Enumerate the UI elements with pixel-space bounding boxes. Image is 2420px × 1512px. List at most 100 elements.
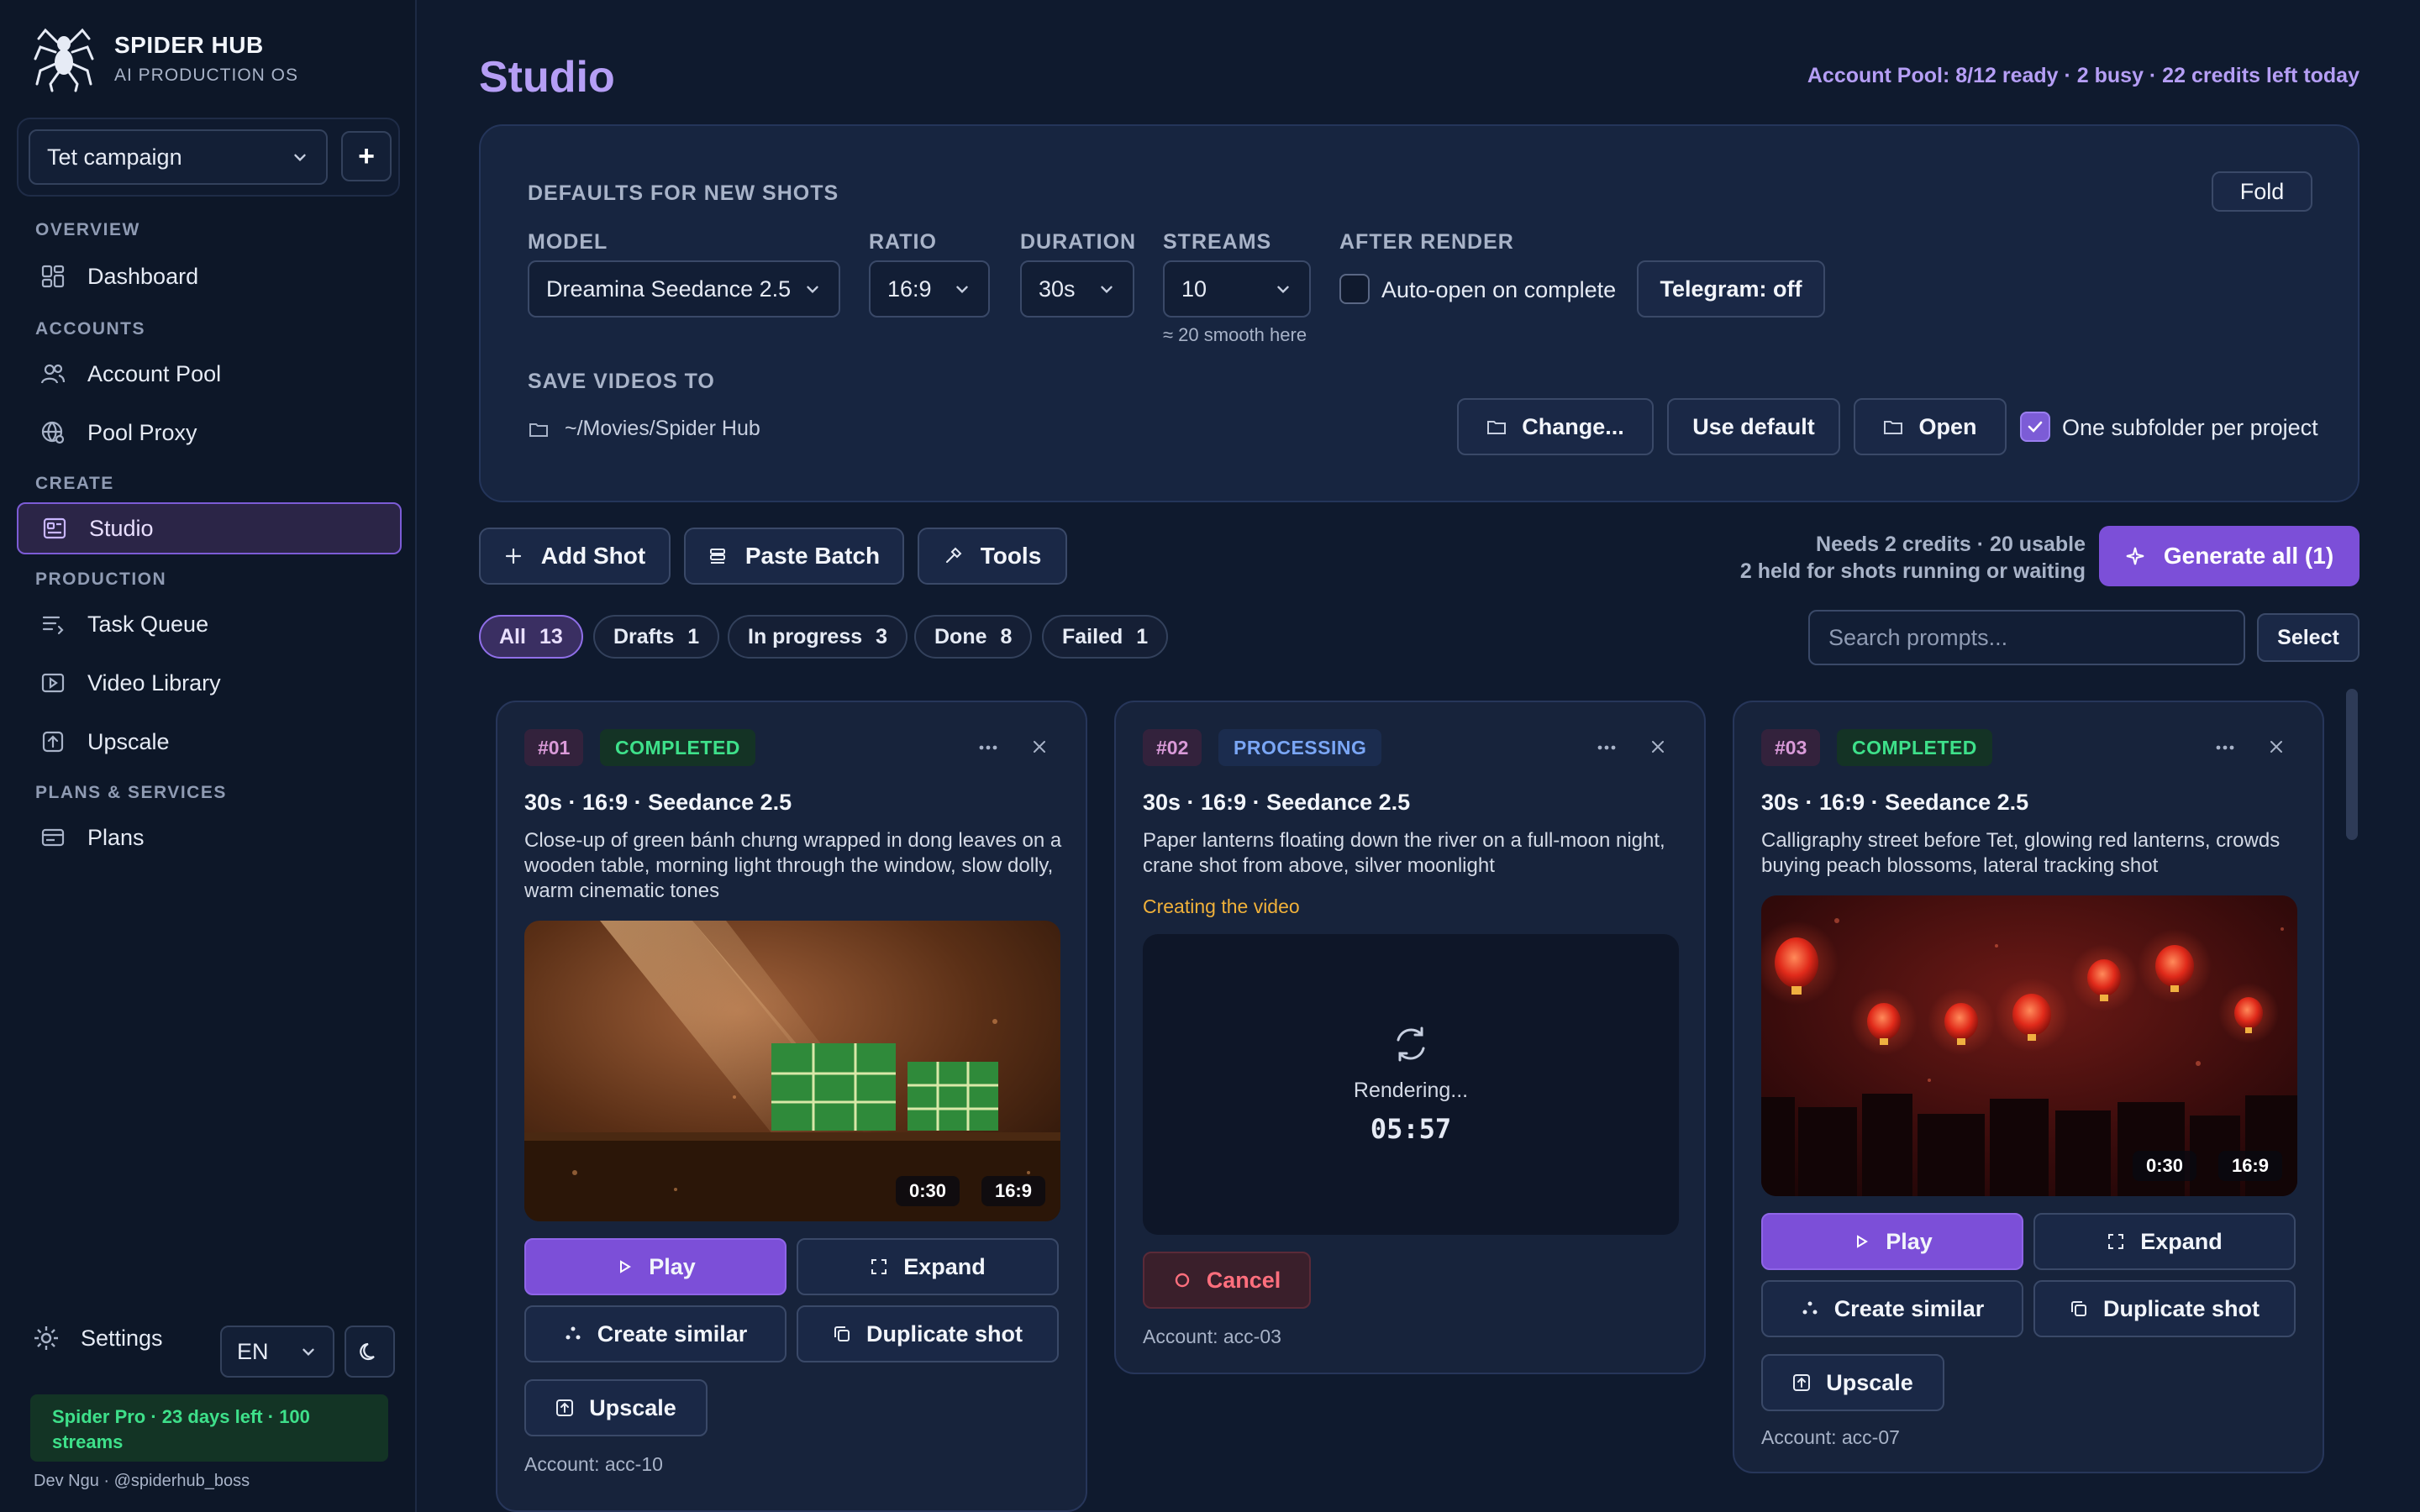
add-shot-button[interactable]: Add Shot (479, 528, 671, 585)
account-label: Account: acc-03 (1143, 1326, 1281, 1347)
render-progress-box: Rendering... 05:57 (1143, 934, 1679, 1235)
subfolder-label: One subfolder per project (2062, 415, 2318, 440)
upscale-button[interactable]: Upscale (524, 1379, 708, 1436)
sparkles-icon (1802, 1301, 1818, 1315)
project-select[interactable]: Tet campaign (29, 129, 328, 185)
filter-in-progress[interactable]: In progress 3 (728, 615, 908, 659)
expand-button[interactable]: Expand (797, 1238, 1059, 1295)
upscale-button[interactable]: Upscale (1761, 1354, 1944, 1411)
create-similar-button[interactable]: Create similar (1761, 1280, 2023, 1337)
open-folder-button[interactable]: Open (1854, 398, 2007, 455)
filter-drafts[interactable]: Drafts 1 (593, 615, 720, 659)
duration-select-value: 30s (1039, 276, 1076, 302)
select-button[interactable]: Select (2257, 613, 2360, 662)
play-button[interactable]: Play (524, 1238, 786, 1295)
close-icon[interactable] (2267, 738, 2286, 756)
check-icon (2028, 421, 2043, 433)
folder-icon (1884, 421, 1903, 434)
nav-group-production: PRODUCTION (35, 570, 167, 589)
model-label: MODEL (528, 230, 608, 254)
generate-all-label: Generate all (1) (2163, 543, 2334, 569)
fold-button[interactable]: Fold (2212, 171, 2312, 212)
studio-icon (43, 517, 66, 539)
account-label: Account: acc-10 (524, 1453, 663, 1475)
streams-select-value: 10 (1181, 276, 1207, 302)
duration-badge: 0:30 (2132, 1151, 2196, 1181)
sidebar-item-task-queue[interactable]: Task Queue (17, 598, 402, 650)
shot-card-01: #01 COMPLETED 30s · 16:9 · Seedance 2.5 … (496, 701, 1087, 1512)
generate-all-button[interactable]: Generate all (1) (2099, 526, 2360, 586)
telegram-label: Telegram: off (1660, 276, 1802, 302)
credits-line-1: Needs 2 credits · 20 usable (1816, 533, 2086, 556)
more-icon[interactable] (2215, 739, 2235, 756)
sidebar-item-plans[interactable]: Plans (17, 811, 402, 864)
rendering-spinner-icon (1397, 1026, 1425, 1061)
ratio-select[interactable]: 16:9 (869, 260, 990, 318)
expand-icon (2108, 1234, 2124, 1249)
streams-select[interactable]: 10 (1163, 260, 1311, 318)
sidebar-item-upscale[interactable]: Upscale (17, 716, 402, 768)
search-input[interactable]: Search prompts... (1808, 610, 2245, 665)
close-icon[interactable] (1649, 738, 1667, 756)
duplicate-shot-button[interactable]: Duplicate shot (797, 1305, 1059, 1362)
auto-open-checkbox[interactable] (1339, 274, 1370, 304)
credits-line-2: 2 held for shots running or waiting (1739, 559, 2086, 583)
sidebar-item-studio[interactable]: Studio (17, 502, 402, 554)
subfolder-checkbox[interactable] (2020, 412, 2050, 442)
more-icon[interactable] (978, 739, 998, 756)
play-button[interactable]: Play (1761, 1213, 2023, 1270)
nav-group-plans: PLANS & SERVICES (35, 783, 227, 802)
add-project-button[interactable]: + (341, 131, 392, 181)
video-thumbnail[interactable]: 0:30 16:9 (524, 921, 1060, 1221)
settings-label: Settings (81, 1325, 163, 1351)
use-default-button[interactable]: Use default (1667, 398, 1840, 455)
filter-label: Done (934, 624, 987, 648)
create-similar-label: Create similar (1833, 1295, 1985, 1321)
upscale-icon (556, 1399, 574, 1416)
more-icon[interactable] (1597, 739, 1617, 756)
brand: SPIDER HUB AI PRODUCTION OS (34, 25, 298, 92)
cancel-button[interactable]: Cancel (1143, 1252, 1311, 1309)
duration-select[interactable]: 30s (1020, 260, 1134, 318)
streams-label: STREAMS (1163, 230, 1272, 254)
filter-done[interactable]: Done 8 (914, 615, 1033, 659)
account-label: Account: acc-07 (1761, 1426, 1900, 1448)
sidebar-item-label: Account Pool (87, 360, 222, 386)
credits-info: Needs 2 credits · 20 usable 2 held for s… (1740, 531, 2086, 585)
scrollbar[interactable] (2346, 689, 2358, 840)
stop-circle-icon (1175, 1273, 1189, 1288)
thumbnail-image-bánh-chưng (524, 921, 1060, 1221)
language-select[interactable]: EN (220, 1326, 334, 1378)
settings-link[interactable]: Settings (32, 1324, 163, 1352)
paste-batch-button[interactable]: Paste Batch (684, 528, 904, 585)
save-path-value: ~/Movies/Spider Hub (565, 417, 760, 440)
use-default-label: Use default (1692, 413, 1815, 439)
model-select[interactable]: Dreamina Seedance 2.5 (528, 260, 840, 318)
folder-icon (529, 423, 548, 437)
upscale-label: Upscale (589, 1394, 676, 1420)
filter-failed[interactable]: Failed 1 (1042, 615, 1169, 659)
shot-id: #03 (1761, 729, 1821, 766)
change-folder-button[interactable]: Change... (1457, 398, 1654, 455)
sidebar-item-video-library[interactable]: Video Library (17, 657, 402, 709)
ratio-label: RATIO (869, 230, 937, 254)
chevron-down-icon (294, 154, 306, 162)
telegram-toggle-button[interactable]: Telegram: off (1637, 260, 1825, 318)
sub-status: Creating the video (1143, 895, 1300, 917)
sidebar-item-pool-proxy[interactable]: Pool Proxy (17, 407, 402, 459)
sidebar-item-dashboard[interactable]: Dashboard (17, 250, 402, 302)
copy-icon (834, 1326, 850, 1341)
create-similar-button[interactable]: Create similar (524, 1305, 786, 1362)
theme-toggle-button[interactable] (345, 1326, 395, 1378)
expand-button[interactable]: Expand (2033, 1213, 2296, 1270)
close-icon[interactable] (1030, 738, 1049, 756)
nav-group-create: CREATE (35, 474, 114, 493)
tools-button[interactable]: Tools (918, 528, 1067, 585)
video-thumbnail[interactable]: 0:30 16:9 (1761, 895, 2297, 1196)
filter-count: 13 (539, 624, 563, 648)
hammer-icon (945, 547, 962, 563)
duplicate-shot-button[interactable]: Duplicate shot (2033, 1280, 2296, 1337)
filter-all[interactable]: All 13 (479, 615, 583, 659)
play-icon (1857, 1235, 1869, 1248)
sidebar-item-account-pool[interactable]: Account Pool (17, 348, 402, 400)
